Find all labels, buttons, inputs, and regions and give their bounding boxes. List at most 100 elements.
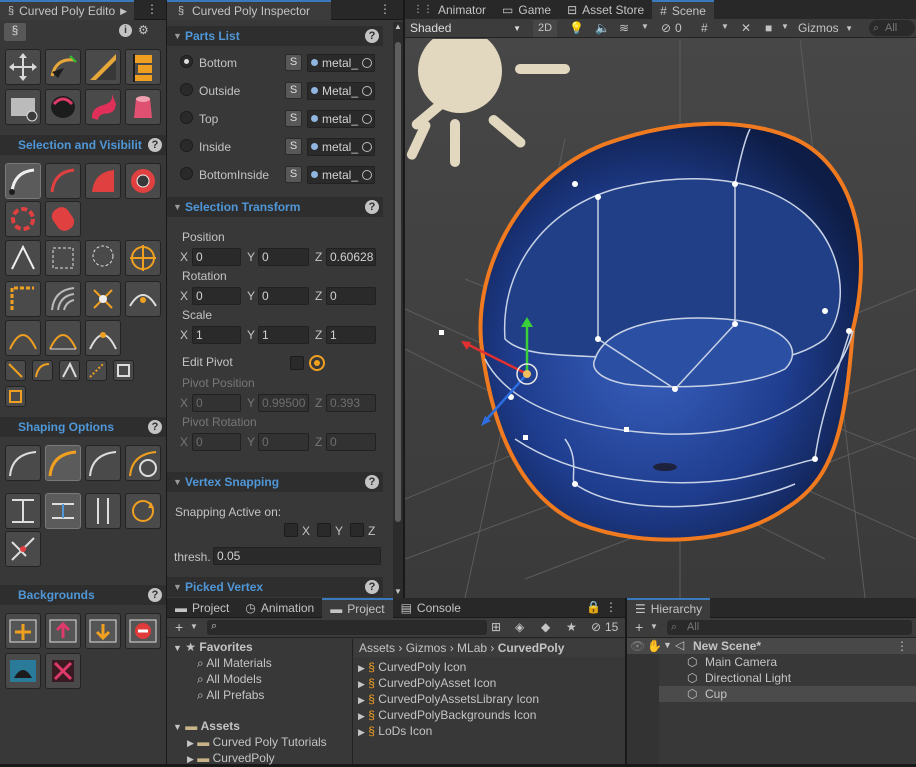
lasso-select-button[interactable] — [85, 240, 121, 276]
add-point-button[interactable] — [125, 240, 161, 276]
thresh-field[interactable]: 0.05 — [213, 547, 381, 565]
pickable-hand-icon[interactable]: ✋ — [647, 639, 662, 653]
tab-project-2[interactable]: ▬ Project — [322, 597, 393, 618]
help-icon[interactable]: ? — [148, 420, 162, 434]
breadcrumb-item[interactable]: Gizmos — [406, 641, 447, 655]
foldout-arrow-icon[interactable]: ▶ — [358, 695, 365, 705]
curve-b-button[interactable] — [45, 320, 81, 356]
object-picker-icon[interactable] — [362, 114, 372, 124]
part-radio-button[interactable] — [180, 139, 193, 152]
section-shaping-options[interactable]: Shaping Options? — [0, 417, 166, 437]
help-icon[interactable]: ? — [148, 138, 162, 152]
object-picker-icon[interactable] — [362, 58, 372, 68]
file-item[interactable]: ▶ § LoDs Icon — [358, 723, 432, 739]
ruler-tool-button[interactable] — [85, 49, 121, 85]
more-options-icon[interactable]: ⋮ — [146, 2, 158, 16]
cup-tool-button[interactable] — [125, 89, 161, 125]
shape-split-button[interactable] — [5, 531, 41, 567]
effects-icon[interactable]: ≋ — [619, 21, 629, 35]
small-tool-1-button[interactable] — [5, 360, 26, 381]
scatter-tool-button[interactable] — [85, 281, 121, 317]
part-select-button[interactable]: S — [285, 54, 302, 71]
inspector-scrollbar[interactable]: ▲ ▼ — [393, 22, 403, 598]
file-item[interactable]: ▶ § CurvedPolyAsset Icon — [358, 675, 496, 691]
selection-transform-header[interactable]: ▼ Selection Transform ? — [167, 197, 383, 217]
curve-edit-tool-button[interactable] — [45, 49, 81, 85]
chevron-down-icon[interactable]: ▼ — [781, 22, 789, 31]
picked-vertex-header[interactable]: ▼ Picked Vertex ? — [167, 577, 383, 597]
small-tool-3-button[interactable] — [59, 360, 80, 381]
shape-arc-button[interactable] — [85, 445, 121, 481]
hidden-packages-icon[interactable]: ⊘ — [591, 620, 601, 634]
settings-gear-icon[interactable]: ⚙ — [138, 23, 149, 37]
tab-hierarchy[interactable]: ☰ Hierarchy — [627, 597, 711, 618]
hierarchy-search-input[interactable]: ⌕ All — [667, 620, 912, 635]
file-item[interactable]: ▶ § CurvedPoly Icon — [358, 659, 466, 675]
hierarchy-object-row[interactable]: ⬡ Cup — [659, 686, 916, 702]
tab-animator[interactable]: ⋮⋮ Animator — [405, 0, 494, 20]
loop-select-button[interactable] — [5, 201, 41, 237]
hidden-objects-icon[interactable]: ⊘ — [661, 21, 671, 35]
favorite-item[interactable]: ⌕ All Models — [197, 671, 262, 687]
part-row[interactable]: Outside S Metal_ — [167, 76, 383, 104]
gizmos-dropdown[interactable]: Gizmos ▼ — [795, 20, 855, 37]
part-material-field[interactable]: metal_ — [307, 54, 375, 72]
visibility-eye-icon[interactable]: 👁 — [630, 639, 645, 653]
tab-console[interactable]: ▤ Console — [393, 598, 469, 618]
camera-icon[interactable]: ■ — [765, 21, 772, 35]
asset-folder-item[interactable]: ▶ ▬ Curved Poly Tutorials — [187, 734, 327, 750]
part-material-field[interactable]: metal_ — [307, 138, 375, 156]
background-up-button[interactable] — [45, 613, 81, 649]
align-tool-button[interactable] — [125, 49, 161, 85]
help-icon[interactable]: ? — [365, 580, 379, 594]
more-options-icon[interactable]: ⋮ — [379, 2, 391, 16]
help-icon[interactable]: ? — [365, 29, 379, 43]
foldout-arrow-icon[interactable]: ▶ — [358, 727, 365, 737]
asset-library-button[interactable] — [5, 89, 41, 125]
tab-project-1[interactable]: ▬ Project — [167, 598, 237, 618]
parts-list-header[interactable]: ▼ Parts List ? — [167, 26, 383, 46]
part-select-button[interactable]: S — [285, 166, 302, 183]
section-backgrounds[interactable]: Backgrounds? — [0, 585, 166, 605]
scene-row[interactable]: 👁 ✋ ▼ ◁ New Scene* ⋮ — [627, 638, 916, 654]
part-row[interactable]: Inside S metal_ — [167, 132, 383, 160]
background-remove-button[interactable] — [125, 613, 161, 649]
rect-select-button[interactable] — [45, 240, 81, 276]
help-icon[interactable]: ? — [365, 475, 379, 489]
hierarchy-object-row[interactable]: ⬡ Directional Light — [659, 670, 916, 686]
vertex-snapping-header[interactable]: ▼ Vertex Snapping ? — [167, 472, 383, 492]
select-curve-button[interactable] — [5, 163, 41, 199]
object-picker-icon[interactable] — [362, 142, 372, 152]
part-material-field[interactable]: Metal_ — [307, 82, 375, 100]
audio-icon[interactable]: 🔈 — [595, 21, 610, 35]
part-row[interactable]: BottomInside S metal_ — [167, 160, 383, 188]
chevron-down-icon[interactable]: ▼ — [641, 22, 649, 31]
shape-curve-button[interactable] — [45, 445, 81, 481]
tab-asset-store[interactable]: ⊟ Asset Store — [559, 0, 652, 20]
foldout-arrow-icon[interactable]: ▶ — [358, 711, 365, 721]
edit-pivot-checkbox[interactable] — [290, 356, 304, 370]
file-item[interactable]: ▶ § CurvedPolyBackgrounds Icon — [358, 707, 536, 723]
help-icon[interactable]: ? — [365, 200, 379, 214]
favorite-item[interactable]: ⌕ All Prefabs — [197, 687, 264, 703]
assets-node[interactable]: ▼ ▬ Assets — [173, 718, 240, 734]
curve-a-button[interactable] — [5, 320, 41, 356]
create-plus-icon[interactable]: + — [175, 619, 183, 635]
tab-curved-poly-inspector[interactable]: § Curved Poly Inspector — [167, 0, 331, 20]
parallel-curves-button[interactable] — [45, 281, 81, 317]
tab-scene[interactable]: # Scene — [652, 0, 714, 20]
shape-rotate-button[interactable] — [125, 493, 161, 529]
select-all-button[interactable] — [125, 163, 161, 199]
part-row[interactable]: Top S metal_ — [167, 104, 383, 132]
shape-mirror-button[interactable] — [85, 493, 121, 529]
foldout-arrow-icon[interactable]: ▶ — [358, 663, 365, 673]
tab-animation[interactable]: ◷ Animation — [237, 598, 322, 618]
shape-align-button[interactable] — [45, 493, 81, 529]
search-by-type-icon[interactable]: ⊞ — [491, 620, 501, 634]
favorite-item[interactable]: ⌕ All Materials — [197, 655, 272, 671]
corner-tool-button[interactable] — [5, 281, 41, 317]
snap-x-checkbox[interactable] — [284, 523, 298, 537]
project-search-input[interactable]: ⌕ — [207, 620, 487, 635]
pivot-target-icon[interactable] — [309, 355, 325, 371]
background-visibility-button[interactable] — [5, 653, 41, 689]
